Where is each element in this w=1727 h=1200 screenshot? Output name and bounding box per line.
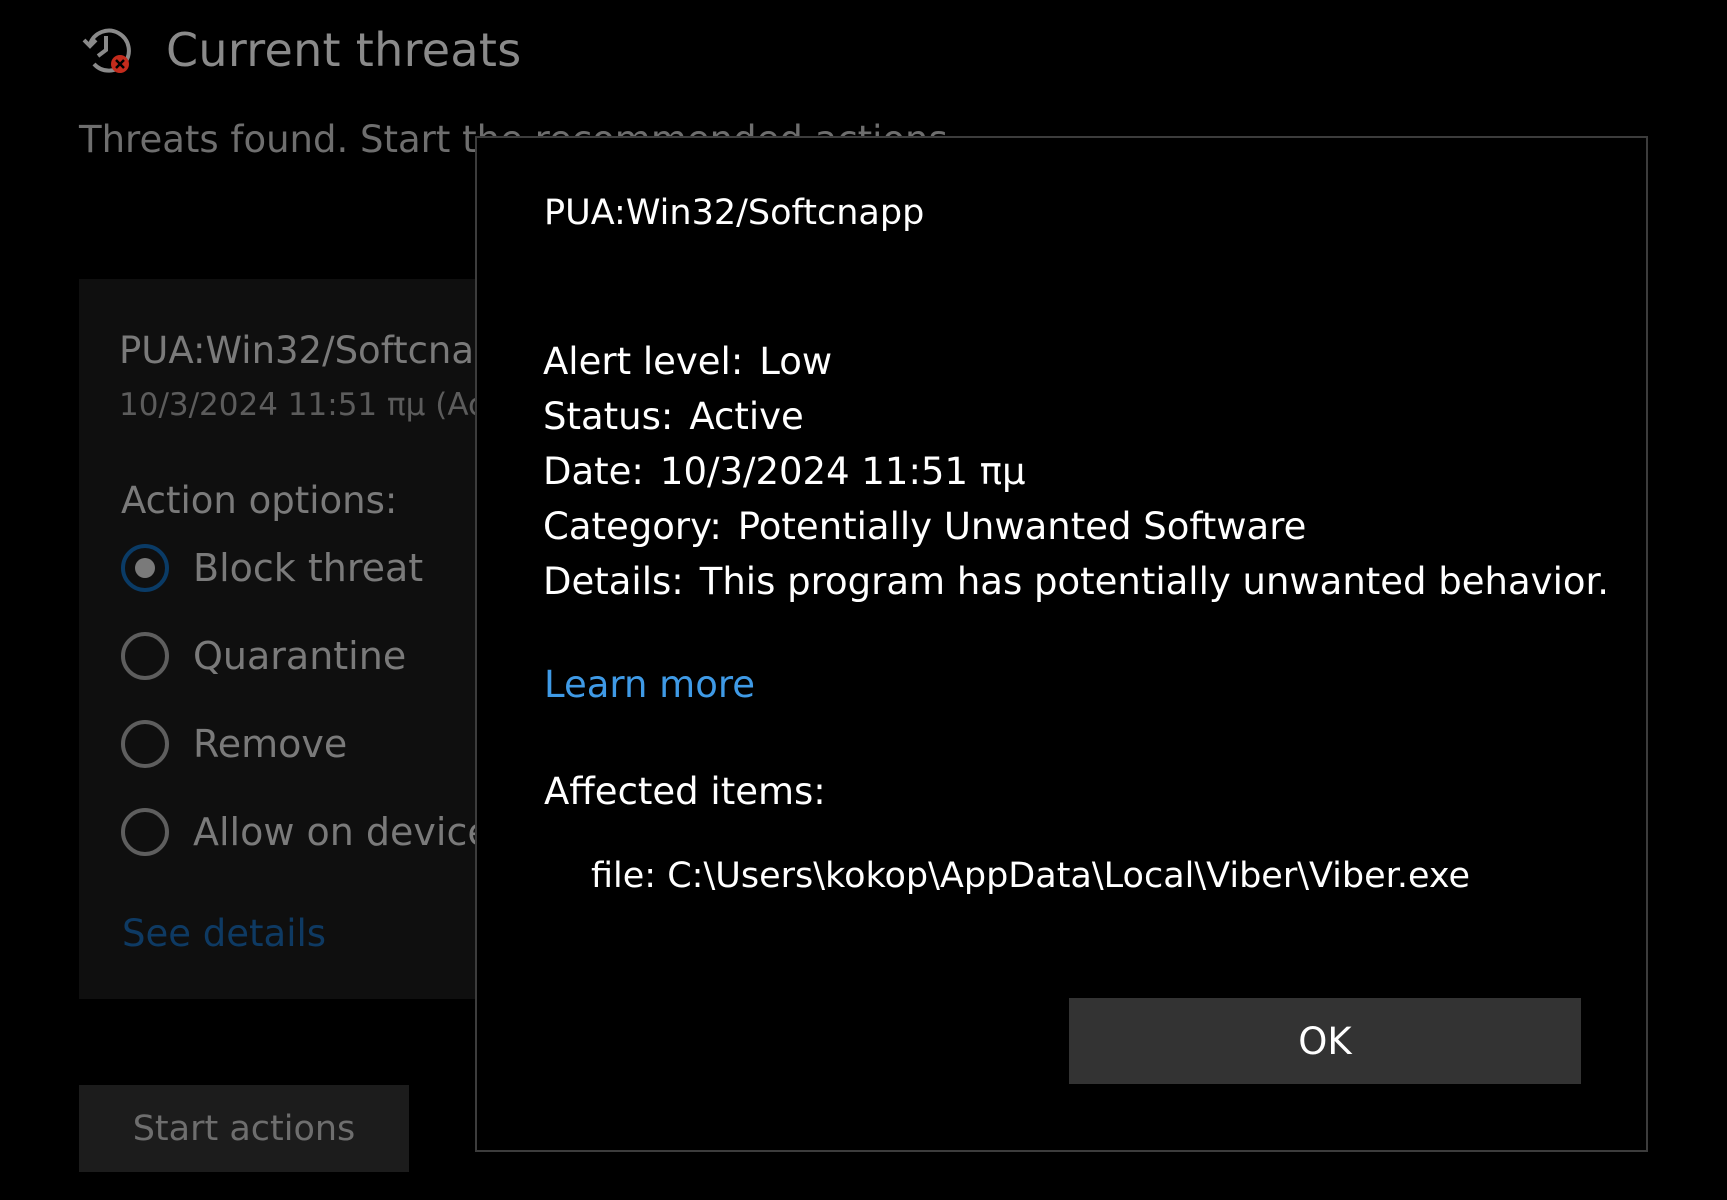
history-threat-icon <box>82 28 131 73</box>
details-row: Details: This program has potentially unw… <box>543 554 1609 609</box>
field-value: Potentially Unwanted Software <box>737 505 1307 548</box>
see-details-link[interactable]: See details <box>122 912 326 955</box>
option-quarantine[interactable]: Quarantine <box>121 632 406 680</box>
status-row: Status: Active <box>543 389 1609 444</box>
threat-name: PUA:Win32/Softcnapp <box>119 329 522 372</box>
radio-button[interactable] <box>121 544 169 592</box>
radio-button[interactable] <box>121 632 169 680</box>
option-block-threat[interactable]: Block threat <box>121 544 423 592</box>
page-title: Current threats <box>166 23 522 77</box>
option-allow-on-device[interactable]: Allow on device <box>121 808 491 856</box>
defender-window: Current threats Threats found. Start the… <box>0 0 1727 1200</box>
affected-item: file: C:\Users\kokop\AppData\Local\Viber… <box>591 856 1471 896</box>
alert-level-row: Alert level: Low <box>543 334 1609 389</box>
threat-card: PUA:Win32/Softcnapp 10/3/2024 11:51 πμ (… <box>79 279 555 999</box>
learn-more-link[interactable]: Learn more <box>544 663 755 706</box>
option-label: Quarantine <box>193 634 407 678</box>
field-key: Alert level: <box>543 340 744 383</box>
threat-details-dialog: PUA:Win32/Softcnapp Alert level: Low Stat… <box>475 136 1648 1152</box>
field-value: Low <box>759 340 833 383</box>
start-actions-button[interactable]: Start actions <box>79 1085 409 1172</box>
action-options-label: Action options: <box>121 479 398 522</box>
option-label: Allow on device <box>193 810 491 854</box>
page-header: Current threats <box>80 22 521 78</box>
field-key: Status: <box>543 395 674 438</box>
field-value: 10/3/2024 11:51 πμ <box>659 450 1026 493</box>
dialog-title: PUA:Win32/Softcnapp <box>544 193 925 233</box>
field-value: Active <box>689 395 804 438</box>
option-label: Block threat <box>193 546 424 590</box>
radio-button[interactable] <box>121 720 169 768</box>
option-label: Remove <box>193 722 348 766</box>
date-row: Date: 10/3/2024 11:51 πμ <box>543 444 1609 499</box>
field-key: Date: <box>543 450 644 493</box>
option-remove[interactable]: Remove <box>121 720 347 768</box>
threat-details-list: Alert level: Low Status: Active Date: 10/3/… <box>543 334 1609 609</box>
ok-button[interactable]: OK <box>1069 998 1581 1084</box>
field-value: This program has potentially unwanted be… <box>699 560 1610 603</box>
radio-button[interactable] <box>121 808 169 856</box>
affected-items-label: Affected items: <box>544 770 826 813</box>
field-key: Details: <box>543 560 684 603</box>
category-row: Category: Potentially Unwanted Software <box>543 499 1609 554</box>
field-key: Category: <box>543 505 722 548</box>
